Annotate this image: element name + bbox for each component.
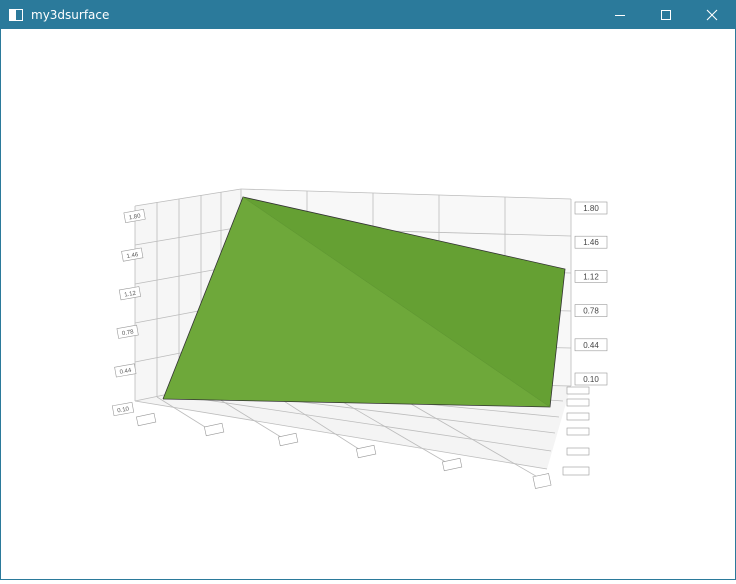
z-tick-text: 1.12 (583, 272, 599, 281)
z-tick-label-left: 0.10 (111, 401, 135, 417)
z-tick-text: 0.44 (583, 341, 599, 350)
maximize-icon (661, 10, 671, 20)
title-bar[interactable]: my3dsurface (1, 1, 735, 29)
z-tick-label-right: 1.12 (574, 270, 608, 283)
z-tick-text: 0.10 (583, 375, 599, 384)
y-tick-box (566, 427, 590, 436)
x-tick-box (136, 412, 157, 427)
z-tick-label-right: 0.10 (574, 372, 608, 386)
z-tick-label-right: 0.44 (574, 338, 608, 352)
minimize-icon (615, 15, 625, 16)
z-axis-right: 0.10 0.44 0.78 1.12 1.46 1.80 (574, 201, 608, 386)
app-icon (9, 9, 23, 21)
window-title: my3dsurface (31, 8, 110, 22)
plot-area[interactable]: 0.10 0.44 0.78 1.12 1.46 1.80 0.10 0.44 0.78 1.1… (1, 29, 735, 579)
z-tick-label-right: 1.80 (574, 201, 608, 215)
z-tick-label-left: 0.44 (114, 363, 137, 378)
y-tick-box (566, 412, 590, 421)
z-tick-text: 1.80 (583, 204, 599, 213)
maximize-button[interactable] (643, 1, 689, 29)
z-tick-label-right: 0.78 (574, 304, 608, 317)
x-tick-box (278, 432, 299, 447)
x-tick-box (442, 457, 463, 472)
y-tick-box (562, 466, 590, 476)
z-tick-text: 0.78 (583, 307, 599, 316)
z-tick-text: 1.46 (583, 238, 599, 247)
x-tick-box (356, 444, 377, 459)
surface-plot[interactable]: 0.10 0.44 0.78 1.12 1.46 1.80 0.10 0.44 0.78 1.1… (1, 29, 735, 579)
y-tick-box (566, 386, 590, 395)
x-tick-box (204, 422, 225, 437)
minimize-button[interactable] (597, 1, 643, 29)
close-icon (706, 9, 718, 21)
close-button[interactable] (689, 1, 735, 29)
y-tick-box (566, 398, 590, 407)
window-controls (597, 1, 735, 29)
y-tick-box (566, 447, 590, 456)
z-tick-label-right: 1.46 (574, 235, 608, 249)
app-window: my3dsurface 0.10 0.44 0.78 1.12 1.46 1.8… (0, 0, 736, 580)
